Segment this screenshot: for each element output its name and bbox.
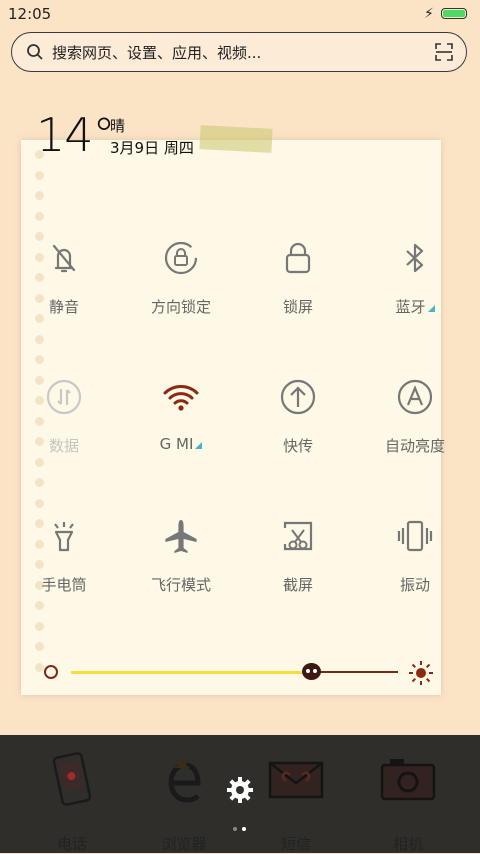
lock-icon	[285, 242, 311, 274]
quick-transfer-icon	[280, 379, 316, 415]
screenshot-icon	[283, 521, 313, 551]
battery-icon	[441, 8, 467, 19]
toggle-label: G MI	[122, 435, 240, 453]
search-bar[interactable]: 搜索网页、设置、应用、视频...	[11, 32, 467, 72]
toggle-label: 自动亮度	[384, 437, 445, 455]
bell-off-icon	[52, 244, 76, 273]
toggle-label: 方向锁定	[150, 298, 211, 316]
toggle-label: 截屏	[282, 576, 313, 594]
charging-bolt-icon: ⚡	[424, 6, 434, 22]
brightness-high-icon	[409, 661, 433, 685]
airplane-icon	[165, 520, 197, 553]
dock-app-browser[interactable]: 浏览器	[134, 747, 234, 853]
paper-hole	[35, 498, 44, 508]
paper-hole	[35, 662, 44, 672]
paper-hole	[35, 478, 44, 487]
paper-hole	[35, 642, 44, 651]
weather-temperature: 14°	[36, 108, 116, 162]
paper-hole	[35, 191, 44, 200]
page-dot-active	[242, 827, 246, 831]
brightness-slider[interactable]	[44, 660, 444, 685]
toggle-wifi[interactable]: G MI	[122, 377, 240, 477]
dock-label: 短信	[280, 835, 311, 853]
messages-app-icon	[268, 761, 324, 799]
browser-app-icon	[168, 759, 201, 803]
dock: 电话 浏览器 短信 相机	[0, 735, 480, 853]
slider-track-filled	[71, 671, 311, 674]
toggle-label: 快传	[282, 437, 313, 455]
toggle-bluetooth[interactable]: 蓝牙	[356, 238, 474, 338]
toggle-label: 静音	[48, 298, 79, 316]
mobile-data-icon	[46, 379, 82, 415]
slider-track-empty	[312, 671, 398, 673]
scan-icon[interactable]	[435, 43, 453, 61]
dock-app-camera[interactable]: 相机	[358, 747, 458, 853]
toggle-mobile-data[interactable]: 数据	[5, 377, 123, 477]
paper-hole	[35, 621, 44, 631]
brightness-low-icon	[44, 665, 58, 679]
toggle-airplane[interactable]: 飞行模式	[122, 516, 240, 616]
phone-app-icon	[52, 752, 92, 806]
status-bar: 12:05 ⚡	[0, 0, 480, 28]
toggle-label: 手电筒	[41, 576, 87, 594]
auto-brightness-icon	[397, 379, 433, 415]
tape-decoration	[199, 125, 273, 153]
toggle-lock[interactable]: 锁屏	[239, 238, 357, 338]
wifi-icon	[163, 385, 199, 411]
toggle-label: 蓝牙	[356, 296, 474, 317]
status-time: 12:05	[8, 5, 52, 23]
toggle-label: 振动	[399, 576, 430, 594]
flashlight-icon	[54, 522, 74, 552]
menu-indicator-icon	[427, 305, 435, 312]
page-dot	[233, 827, 237, 831]
paper-hole	[35, 355, 44, 364]
toggle-bell-off[interactable]: 静音	[5, 238, 123, 338]
search-icon	[27, 44, 43, 60]
toggle-auto-brightness[interactable]: 自动亮度	[356, 377, 474, 477]
weather-condition: 晴	[110, 117, 126, 135]
menu-indicator-icon	[195, 442, 203, 449]
vibrate-icon	[397, 520, 433, 552]
weather-date: 3月9日 周四	[110, 139, 194, 157]
toggle-vibrate[interactable]: 振动	[356, 516, 474, 616]
toggle-rotation-lock[interactable]: 方向锁定	[122, 238, 240, 338]
toggle-label: 数据	[48, 437, 79, 455]
gear-icon[interactable]	[225, 775, 255, 805]
rotation-lock-icon	[164, 241, 198, 275]
toggle-quick-transfer[interactable]: 快传	[239, 377, 357, 477]
paper-hole	[35, 170, 44, 180]
dock-app-phone[interactable]: 电话	[22, 747, 122, 853]
search-input[interactable]: 搜索网页、设置、应用、视频...	[52, 42, 261, 63]
camera-app-icon	[380, 759, 436, 801]
slider-thumb[interactable]	[302, 663, 321, 680]
toggle-flashlight[interactable]: 手电筒	[5, 516, 123, 616]
dock-label: 电话	[56, 835, 87, 853]
dock-label: 相机	[392, 835, 423, 853]
toggle-label: 飞行模式	[150, 576, 211, 594]
dock-label: 浏览器	[161, 835, 207, 853]
toggle-screenshot[interactable]: 截屏	[239, 516, 357, 616]
toggle-label: 锁屏	[282, 298, 313, 316]
dock-app-messages[interactable]: 短信	[246, 747, 346, 853]
bluetooth-icon	[406, 243, 424, 273]
paper-hole	[35, 211, 44, 221]
